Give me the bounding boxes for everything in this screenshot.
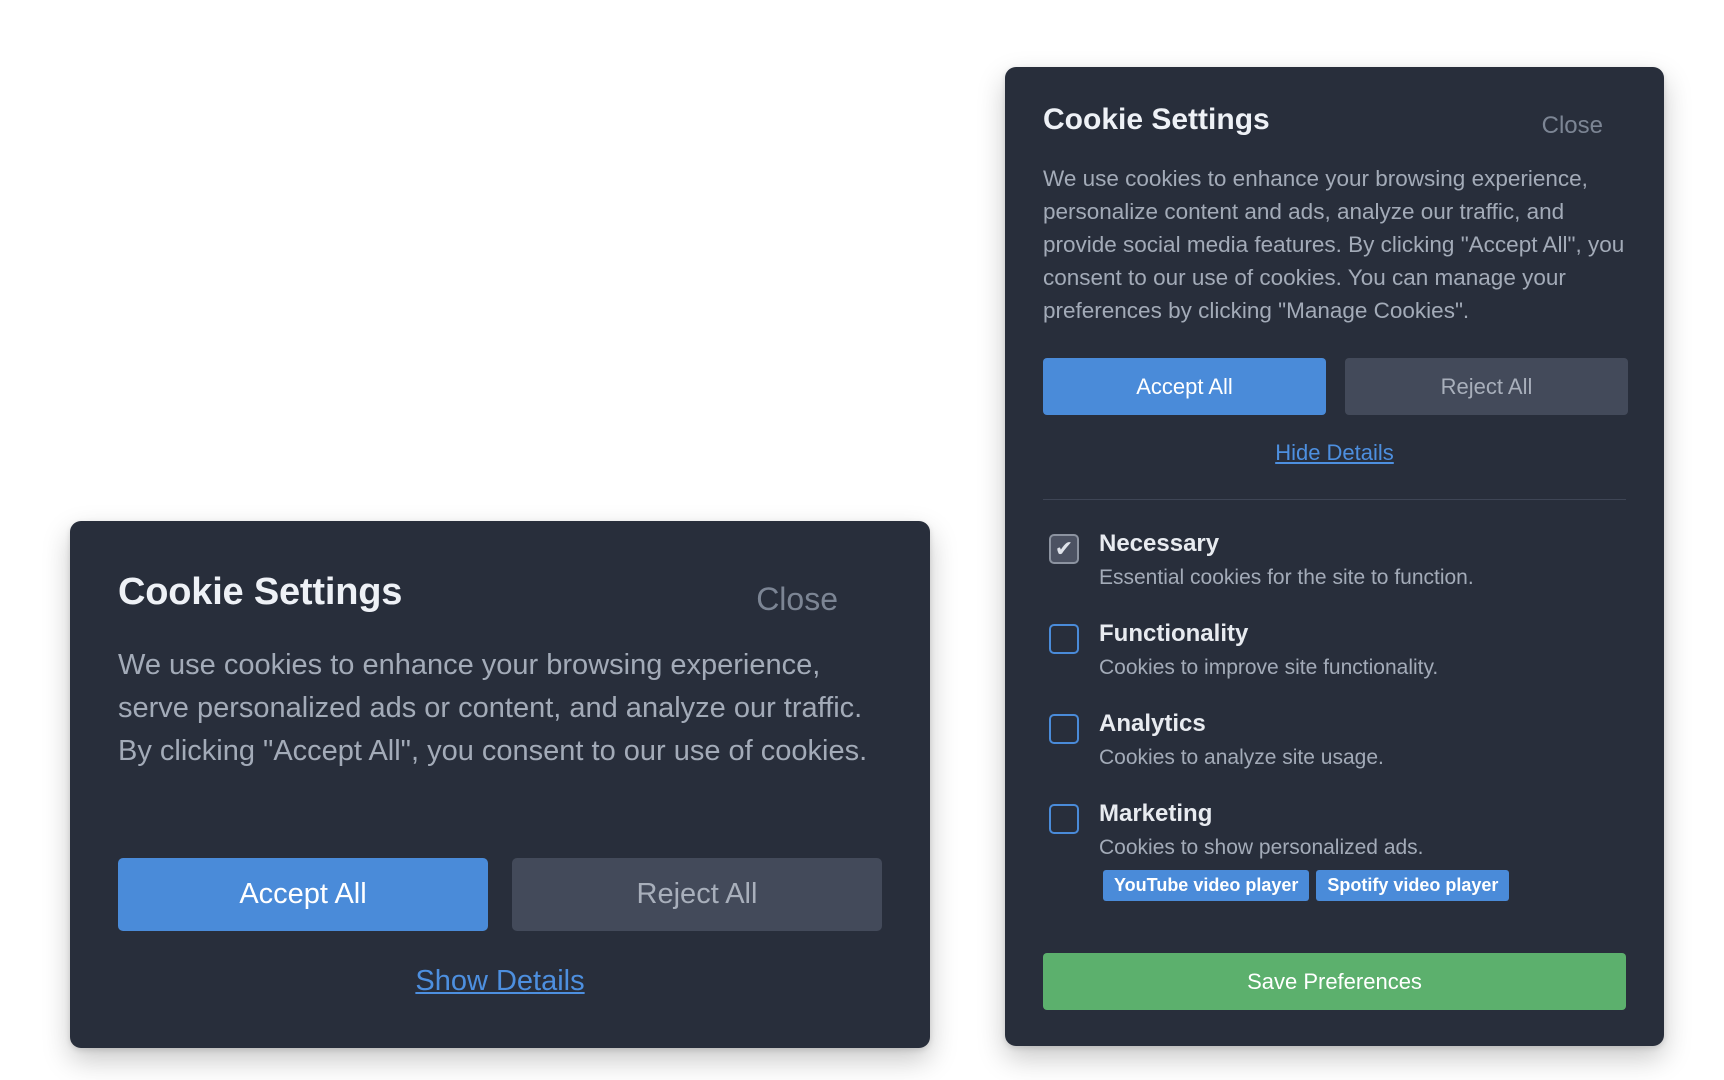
option-title: Necessary (1099, 530, 1220, 557)
functionality-checkbox[interactable] (1049, 624, 1079, 654)
checkmark-icon: ✔ (1054, 536, 1074, 561)
cookie-dialog-collapsed: Cookie Settings Close We use cookies to … (70, 521, 930, 1048)
vendor-tag: Spotify video player (1316, 870, 1510, 901)
show-details-link[interactable]: Show Details (70, 965, 930, 998)
dialog-title: Cookie Settings (118, 571, 403, 613)
accept-all-button[interactable]: Accept All (118, 858, 488, 931)
option-title: Analytics (1099, 710, 1206, 737)
option-description: Cookies to show personalized ads. (1099, 836, 1424, 859)
vendor-tag: YouTube video player (1103, 870, 1310, 901)
vendor-tags: YouTube video player Spotify video playe… (1103, 870, 1510, 901)
option-description: Essential cookies for the site to functi… (1099, 566, 1474, 589)
option-description: Cookies to analyze site usage. (1099, 746, 1384, 769)
option-description: Cookies to improve site functionality. (1099, 656, 1439, 679)
reject-all-button[interactable]: Reject All (512, 858, 882, 931)
reject-all-button[interactable]: Reject All (1345, 358, 1628, 415)
dialog-description: We use cookies to enhance your browsing … (118, 649, 868, 767)
necessary-checkbox: ✔ (1049, 534, 1079, 564)
marketing-checkbox[interactable] (1049, 804, 1079, 834)
dialog-description: We use cookies to enhance your browsing … (1043, 166, 1625, 323)
option-title: Functionality (1099, 620, 1249, 647)
hide-details-link[interactable]: Hide Details (1005, 440, 1664, 466)
save-preferences-button[interactable]: Save Preferences (1043, 953, 1626, 1010)
accept-all-button[interactable]: Accept All (1043, 358, 1326, 415)
close-button[interactable]: Close (1542, 112, 1603, 140)
dialog-title: Cookie Settings (1043, 103, 1270, 136)
analytics-checkbox[interactable] (1049, 714, 1079, 744)
option-title: Marketing (1099, 800, 1213, 827)
close-button[interactable]: Close (756, 581, 838, 618)
divider (1043, 499, 1626, 500)
cookie-dialog-expanded: Cookie Settings Close We use cookies to … (1005, 67, 1664, 1046)
